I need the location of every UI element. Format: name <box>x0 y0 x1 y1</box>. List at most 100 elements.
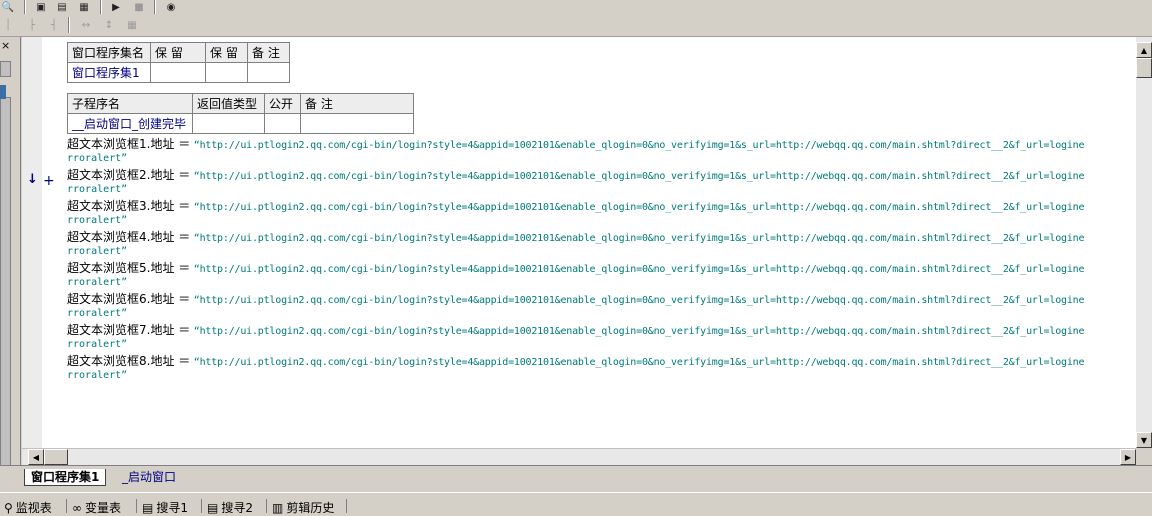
code-line-target: 超文本浏览框8.地址 ＝ <box>67 354 191 368</box>
glasses-icon: ∞ <box>72 500 82 515</box>
code-line-url-string: “http://ui.ptlogin2.qq.com/cgi-bin/login… <box>193 233 1085 244</box>
tab-separator <box>66 499 67 513</box>
code-line-target: 超文本浏览框1.地址 ＝ <box>67 137 191 151</box>
tab-assembly1[interactable]: 窗口程序集1 <box>24 469 107 486</box>
tab-clip-history-label: 剪辑历史 <box>286 501 335 515</box>
sub-header-public: 公开 <box>264 93 301 114</box>
sub-name-cell[interactable]: __启动窗口_创建完毕 <box>67 113 193 134</box>
panel-scroll-up[interactable] <box>0 61 11 77</box>
assembly-header-remark: 备 注 <box>247 42 290 63</box>
assembly-remark-cell[interactable] <box>247 62 290 83</box>
code-line[interactable]: 超文本浏览框3.地址 ＝ “http://ui.ptlogin2.qq.com/… <box>67 200 1085 227</box>
split-vertical-icon[interactable]: ▦ <box>76 0 92 14</box>
align-center-icon[interactable]: ├ <box>24 18 40 32</box>
tab-startup-window[interactable]: _启动窗口 <box>116 469 182 485</box>
code-line-continuation: rroralert” <box>67 246 128 257</box>
code-line-url-string: “http://ui.ptlogin2.qq.com/cgi-bin/login… <box>193 295 1085 306</box>
search-list-icon: ▤ <box>207 500 219 515</box>
expand-plus-icon[interactable]: + <box>43 173 55 189</box>
code-line-continuation: rroralert” <box>67 184 128 195</box>
tab-variables[interactable]: ∞ 变量表 <box>72 499 121 516</box>
tab-separator <box>266 499 267 513</box>
code-line-target: 超文本浏览框5.地址 ＝ <box>67 261 191 275</box>
scroll-right-icon[interactable]: ▶ <box>1120 449 1136 465</box>
code-line[interactable]: 超文本浏览框2.地址 ＝ “http://ui.ptlogin2.qq.com/… <box>67 168 1085 196</box>
tab-watch[interactable]: ⚲ 监视表 <box>4 499 52 516</box>
tab-separator <box>136 499 137 513</box>
tab-search1-label: 搜寻1 <box>156 501 188 515</box>
same-width-icon[interactable]: ↔ <box>78 18 94 32</box>
sub-return-type-cell[interactable] <box>192 113 265 134</box>
editor-tab-strip: 窗口程序集1 _启动窗口 <box>0 465 1152 488</box>
subprogram-table: 子程序名 返回值类型 公开 备 注 __启动窗口_创建完毕 <box>67 93 414 134</box>
tab-variables-label: 变量表 <box>85 501 122 515</box>
assembly-header-name: 窗口程序集名 <box>67 42 151 63</box>
code-line-target: 超文本浏览框7.地址 ＝ <box>67 323 191 337</box>
tab-clip-history[interactable]: ▥ 剪辑历史 <box>272 499 334 516</box>
code-line-url-string: “http://ui.ptlogin2.qq.com/cgi-bin/login… <box>193 357 1085 368</box>
code-line[interactable]: 超文本浏览框1.地址 ＝ “http://ui.ptlogin2.qq.com/… <box>67 137 1085 165</box>
assembly-reserved-cell[interactable] <box>205 62 248 83</box>
scroll-down-icon[interactable]: ▼ <box>1136 432 1152 448</box>
tab-separator <box>201 499 202 513</box>
code-line-continuation: rroralert” <box>67 215 128 226</box>
code-line-continuation: rroralert” <box>67 308 128 319</box>
assembly-header-reserved: 保 留 <box>150 42 206 63</box>
tab-search1[interactable]: ▤ 搜寻1 <box>142 499 188 516</box>
code-line-url-string: “http://ui.ptlogin2.qq.com/cgi-bin/login… <box>193 264 1085 275</box>
code-line[interactable]: 超文本浏览框6.地址 ＝ “http://ui.ptlogin2.qq.com/… <box>67 293 1085 320</box>
code-line-continuation: rroralert” <box>67 339 128 350</box>
code-line-continuation: rroralert” <box>67 277 128 288</box>
same-height-icon[interactable]: ↕ <box>101 18 117 32</box>
sub-header-name: 子程序名 <box>67 93 193 114</box>
binoculars-icon[interactable]: ◉ <box>163 0 179 14</box>
toolbar-top: 🔍 ▣ ▤ ▦ ▶ ■ ◉ <box>0 0 1152 14</box>
assembly-name-cell[interactable]: 窗口程序集1 <box>67 62 151 83</box>
vertical-scrollbar[interactable]: ▲ ▼ <box>1136 37 1152 448</box>
sub-remark-cell[interactable] <box>300 113 414 134</box>
search-list-icon: ▤ <box>142 500 154 515</box>
assembly-table: 窗口程序集名 保 留 保 留 备 注 窗口程序集1 <box>67 42 290 83</box>
toolbar-separator <box>154 0 156 14</box>
code-line-url-string: “http://ui.ptlogin2.qq.com/cgi-bin/login… <box>193 202 1085 213</box>
align-right-icon[interactable]: ┤ <box>46 18 62 32</box>
tab-separator <box>346 499 347 513</box>
code-line[interactable]: 超文本浏览框5.地址 ＝ “http://ui.ptlogin2.qq.com/… <box>67 261 1085 289</box>
code-line[interactable]: 超文本浏览框4.地址 ＝ “http://ui.ptlogin2.qq.com/… <box>67 230 1085 258</box>
left-panel: × <box>0 37 21 479</box>
execution-arrow-icon: ↓ <box>27 172 38 187</box>
scroll-up-icon[interactable]: ▲ <box>1136 42 1152 58</box>
horizontal-scroll-thumb[interactable] <box>44 449 68 465</box>
code-line-url-string: “http://ui.ptlogin2.qq.com/cgi-bin/login… <box>193 326 1085 337</box>
run-icon[interactable]: ▶ <box>108 0 124 14</box>
code-line-target: 超文本浏览框2.地址 ＝ <box>67 168 191 182</box>
code-line-url-string: “http://ui.ptlogin2.qq.com/cgi-bin/login… <box>193 171 1085 182</box>
tab-search2-label: 搜寻2 <box>221 501 253 515</box>
close-icon[interactable]: × <box>1 39 10 52</box>
stop-icon[interactable]: ■ <box>131 0 147 14</box>
vertical-scroll-thumb[interactable] <box>1136 58 1152 78</box>
horizontal-scrollbar[interactable]: ◀ ▶ <box>22 448 1136 465</box>
code-line-continuation: rroralert” <box>67 153 128 164</box>
bottom-panel-tabs: ⚲ 监视表 ∞ 变量表 ▤ 搜寻1 ▤ 搜寻2 ▥ 剪辑历史 <box>0 492 1152 516</box>
assembly-reserved-cell[interactable] <box>150 62 206 83</box>
sub-header-remark: 备 注 <box>300 93 414 114</box>
sub-public-cell[interactable] <box>264 113 301 134</box>
tab-search2[interactable]: ▤ 搜寻2 <box>207 499 253 516</box>
find-icon[interactable]: 🔍 <box>0 0 16 14</box>
toolbar-separator <box>68 17 70 33</box>
code-line-target: 超文本浏览框4.地址 ＝ <box>67 230 191 244</box>
scroll-left-icon[interactable]: ◀ <box>28 449 44 465</box>
align-left-icon[interactable]: │ <box>0 18 16 32</box>
clipboard-icon: ▥ <box>272 500 284 515</box>
panel-scrollbar[interactable] <box>0 97 11 479</box>
same-size-icon[interactable]: ▦ <box>124 18 140 32</box>
code-line[interactable]: 超文本浏览框7.地址 ＝ “http://ui.ptlogin2.qq.com/… <box>67 323 1085 351</box>
toolbar-separator <box>24 0 26 14</box>
editor-gutter <box>22 37 42 448</box>
code-line-url-string: “http://ui.ptlogin2.qq.com/cgi-bin/login… <box>193 140 1085 151</box>
code-line[interactable]: 超文本浏览框8.地址 ＝ “http://ui.ptlogin2.qq.com/… <box>67 354 1085 382</box>
split-horizontal-icon[interactable]: ▤ <box>54 0 70 14</box>
layout-icon[interactable]: ▣ <box>33 0 49 14</box>
code-line-continuation: rroralert” <box>67 370 128 381</box>
